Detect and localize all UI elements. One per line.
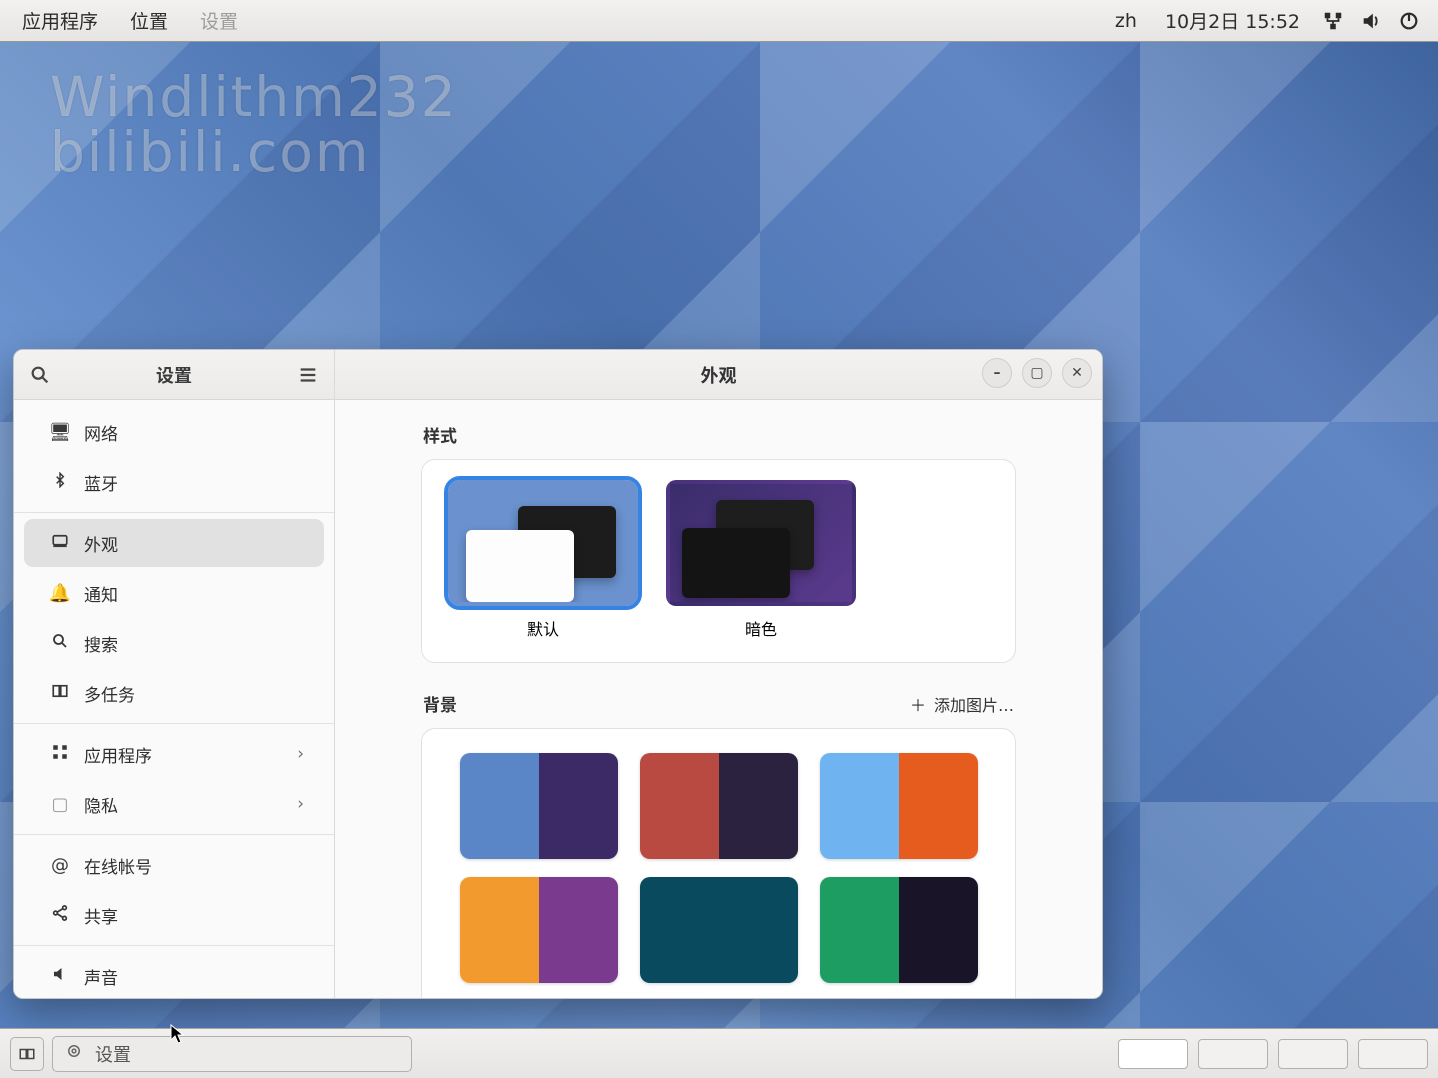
- status-area: zh 10月2日 15:52: [1109, 7, 1438, 34]
- sidebar-item-sound[interactable]: 声音: [24, 952, 324, 998]
- sidebar-item-label: 声音: [74, 964, 304, 989]
- style-card: 默认 暗色: [421, 459, 1016, 663]
- taskbar-task-label: 设置: [95, 1041, 131, 1067]
- add-picture-label: 添加图片…: [934, 692, 1014, 716]
- sidebar-item-network[interactable]: 🖥 网络: [24, 408, 324, 456]
- wallpaper-thumb-5[interactable]: [640, 877, 798, 983]
- sidebar-header: 设置: [14, 350, 334, 400]
- at-icon: @: [46, 855, 74, 876]
- style-thumb-default: [448, 480, 638, 606]
- volume-icon[interactable]: [1360, 10, 1382, 32]
- plus-icon: ＋: [910, 692, 926, 716]
- workspace-2[interactable]: [1198, 1039, 1268, 1069]
- workspace-3[interactable]: [1278, 1039, 1348, 1069]
- sidebar-item-label: 通知: [74, 581, 304, 606]
- sound-icon: [46, 965, 74, 988]
- menu-icon[interactable]: [296, 363, 320, 387]
- workspace-1[interactable]: [1118, 1039, 1188, 1069]
- cursor-icon: [170, 1024, 184, 1044]
- wallpaper-thumb-3[interactable]: [820, 753, 978, 859]
- desktop-watermark: Windlithm232 bilibili.com: [50, 70, 458, 180]
- privacy-icon: ▢: [46, 794, 74, 815]
- wallpaper-grid: [421, 728, 1016, 998]
- chevron-right-icon: ›: [297, 794, 304, 814]
- sidebar-item-search[interactable]: 搜索: [24, 619, 324, 667]
- style-section-label: 样式: [423, 422, 1016, 447]
- wallpaper-thumb-6[interactable]: [820, 877, 978, 983]
- content-header: 外观 – ▢ ✕: [335, 350, 1102, 400]
- input-method-indicator[interactable]: zh: [1109, 10, 1143, 32]
- share-icon: [46, 904, 74, 927]
- appearance-icon: [46, 532, 74, 555]
- window-controls: – ▢ ✕: [982, 358, 1092, 388]
- content-body[interactable]: 样式 默认 暗色 背景: [335, 400, 1102, 998]
- sidebar-item-label: 搜索: [74, 631, 304, 656]
- settings-content: 外观 – ▢ ✕ 样式 默认: [334, 350, 1102, 998]
- sidebar-item-multitask[interactable]: 多任务: [24, 669, 324, 717]
- menu-bar: 应用程序 位置 设置: [0, 0, 254, 42]
- minimize-button[interactable]: –: [982, 358, 1012, 388]
- sidebar-item-label: 共享: [74, 903, 304, 928]
- chevron-right-icon: ›: [297, 744, 304, 764]
- wallpaper-thumb-4[interactable]: [460, 877, 618, 983]
- sidebar-title: 设置: [156, 362, 192, 388]
- sidebar-item-appearance[interactable]: 外观: [24, 519, 324, 567]
- style-option-dark[interactable]: 暗色: [666, 480, 856, 640]
- multitask-icon: [46, 682, 74, 705]
- settings-app-icon: [65, 1042, 83, 1065]
- background-section-label: 背景: [423, 691, 457, 716]
- sidebar-item-label: 蓝牙: [74, 470, 304, 495]
- wallpaper-thumb-2[interactable]: [640, 753, 798, 859]
- sidebar-item-privacy[interactable]: ▢ 隐私 ›: [24, 780, 324, 828]
- clock[interactable]: 10月2日 15:52: [1165, 7, 1300, 34]
- style-option-label: 默认: [527, 616, 559, 640]
- search-icon[interactable]: [28, 363, 52, 387]
- network-icon[interactable]: [1322, 10, 1344, 32]
- bottom-panel: 设置: [0, 1028, 1438, 1078]
- add-picture-button[interactable]: ＋ 添加图片…: [910, 692, 1014, 716]
- sidebar-item-label: 网络: [74, 420, 304, 445]
- maximize-button[interactable]: ▢: [1022, 358, 1052, 388]
- sidebar-item-label: 应用程序: [74, 742, 297, 767]
- settings-window: 设置 🖥 网络 蓝牙 外观 🔔 通知: [13, 349, 1103, 999]
- taskbar-task-settings[interactable]: 设置: [52, 1036, 412, 1072]
- sidebar-list: 🖥 网络 蓝牙 外观 🔔 通知 搜索 多任务: [14, 400, 334, 998]
- sidebar-item-label: 外观: [74, 531, 304, 556]
- workspace-4[interactable]: [1358, 1039, 1428, 1069]
- bell-icon: 🔔: [46, 583, 74, 604]
- sidebar-item-share[interactable]: 共享: [24, 891, 324, 939]
- style-option-default[interactable]: 默认: [448, 480, 638, 640]
- style-option-label: 暗色: [745, 616, 777, 640]
- menu-applications[interactable]: 应用程序: [6, 0, 114, 42]
- sidebar-item-label: 在线帐号: [74, 853, 304, 878]
- sidebar-item-online-accounts[interactable]: @ 在线帐号: [24, 841, 324, 889]
- search-icon: [46, 632, 74, 655]
- close-button[interactable]: ✕: [1062, 358, 1092, 388]
- sidebar-item-notifications[interactable]: 🔔 通知: [24, 569, 324, 617]
- sidebar-item-apps[interactable]: 应用程序 ›: [24, 730, 324, 778]
- sidebar-item-label: 多任务: [74, 681, 304, 706]
- content-title: 外观: [701, 362, 737, 388]
- bluetooth-icon: [46, 472, 74, 493]
- settings-sidebar: 设置 🖥 网络 蓝牙 外观 🔔 通知: [14, 350, 334, 998]
- sidebar-item-bluetooth[interactable]: 蓝牙: [24, 458, 324, 506]
- style-thumb-dark: [666, 480, 856, 606]
- show-desktop-button[interactable]: [10, 1037, 44, 1071]
- sidebar-item-label: 隐私: [74, 792, 297, 817]
- top-panel: 应用程序 位置 设置 zh 10月2日 15:52: [0, 0, 1438, 42]
- menu-settings[interactable]: 设置: [184, 0, 254, 42]
- power-icon[interactable]: [1398, 10, 1420, 32]
- wallpaper-thumb-1[interactable]: [460, 753, 618, 859]
- menu-places[interactable]: 位置: [114, 0, 184, 42]
- display-icon: 🖥: [46, 422, 74, 443]
- apps-icon: [46, 743, 74, 766]
- workspace-switcher: [1118, 1039, 1428, 1069]
